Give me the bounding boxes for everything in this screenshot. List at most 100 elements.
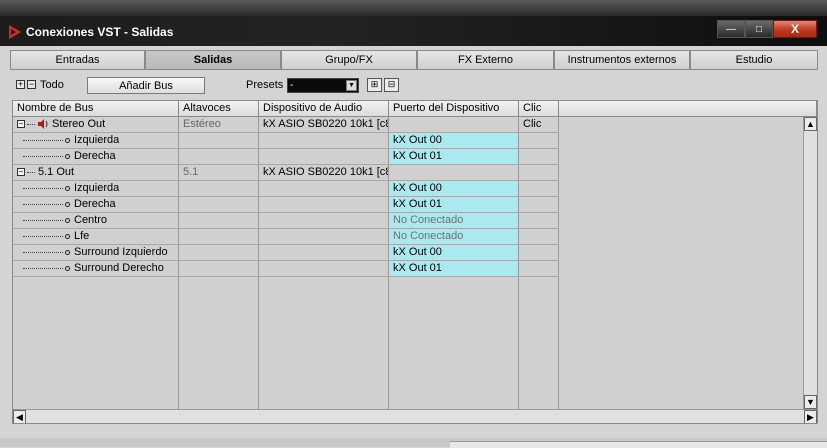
- cell-port[interactable]: kX Out 01: [389, 197, 519, 213]
- cell-port[interactable]: kX Out 00: [389, 181, 519, 197]
- tree-line: [23, 251, 63, 253]
- cell-port[interactable]: [389, 165, 519, 181]
- cell-name: Lfe: [13, 229, 179, 245]
- presets-select[interactable]: - ▼: [287, 78, 359, 93]
- horizontal-scrollbar[interactable]: ◀ ▶: [13, 409, 817, 423]
- table-row[interactable]: Derecha kX Out 01: [13, 197, 817, 213]
- cell-device[interactable]: [259, 181, 389, 197]
- scroll-up-icon[interactable]: ▲: [804, 117, 817, 131]
- cell-device[interactable]: [259, 245, 389, 261]
- cell-port[interactable]: kX Out 00: [389, 133, 519, 149]
- store-preset-icon[interactable]: ⊞: [367, 78, 382, 92]
- column-header-speakers[interactable]: Altavoces: [179, 101, 259, 117]
- cell-port[interactable]: No Conectado: [389, 213, 519, 229]
- tree-line: [27, 171, 35, 173]
- collapse-all-icon[interactable]: −: [27, 80, 36, 89]
- tree-line: [23, 187, 63, 189]
- cell-speakers: [179, 149, 259, 165]
- expand-all-icon[interactable]: +: [16, 80, 25, 89]
- cell-speakers: [179, 245, 259, 261]
- cell-device[interactable]: [259, 149, 389, 165]
- tree-line: [23, 235, 63, 237]
- table-row[interactable]: Surround Derecho kX Out 01: [13, 261, 817, 277]
- table-row[interactable]: Izquierda kX Out 00: [13, 133, 817, 149]
- cell-clic[interactable]: [519, 133, 559, 149]
- collapse-icon[interactable]: −: [17, 120, 25, 129]
- cell-name: Izquierda: [13, 133, 179, 149]
- tab-label: Instrumentos externos: [567, 54, 677, 66]
- cell-device[interactable]: [259, 133, 389, 149]
- cell-clic[interactable]: [519, 165, 559, 181]
- table-row[interactable]: Centro No Conectado: [13, 213, 817, 229]
- cell-device[interactable]: kX ASIO SB0220 10k1 [c8: [259, 117, 389, 133]
- bus-name: Surround Derecho: [74, 262, 164, 274]
- table-row[interactable]: Derecha kX Out 01: [13, 149, 817, 165]
- minimize-icon: —: [726, 23, 736, 35]
- maximize-button[interactable]: □: [745, 20, 773, 38]
- table-row[interactable]: Surround Izquierdo kX Out 00: [13, 245, 817, 261]
- cell-clic[interactable]: [519, 149, 559, 165]
- tab-label: Estudio: [735, 54, 773, 66]
- table-row[interactable]: Izquierda kX Out 00: [13, 181, 817, 197]
- cell-clic[interactable]: [519, 245, 559, 261]
- cell-clic[interactable]: Clic: [519, 117, 559, 133]
- cell-clic[interactable]: [519, 213, 559, 229]
- cell-clic[interactable]: [519, 197, 559, 213]
- title-bar-top-strip: [0, 0, 827, 16]
- column-header-clic[interactable]: Clic: [519, 101, 559, 117]
- tree-line: [23, 267, 63, 269]
- cell-device[interactable]: kX ASIO SB0220 10k1 [c8: [259, 165, 389, 181]
- tree-line: [23, 155, 63, 157]
- cell-speakers: [179, 133, 259, 149]
- minimize-button[interactable]: —: [717, 20, 745, 38]
- cell-device[interactable]: [259, 197, 389, 213]
- cell-port[interactable]: No Conectado: [389, 229, 519, 245]
- add-bus-button[interactable]: Añadir Bus: [87, 77, 205, 94]
- close-button[interactable]: X: [773, 20, 817, 38]
- tree-line: [23, 203, 63, 205]
- tab-label: Entradas: [55, 54, 100, 66]
- channel-icon: [65, 185, 70, 191]
- tab-bar: Entradas Salidas Grupo/FX FX Externo Ins…: [10, 50, 818, 70]
- table-row[interactable]: − Stereo Out Estéreo kX ASIO SB0220 10k1 [c…: [13, 117, 817, 133]
- cell-device[interactable]: [259, 213, 389, 229]
- cell-speakers: [179, 229, 259, 245]
- remove-preset-icon[interactable]: ⊟: [384, 78, 399, 92]
- column-header-port[interactable]: Puerto del Dispositivo: [389, 101, 519, 117]
- cell-clic[interactable]: [519, 181, 559, 197]
- cell-name: Izquierda: [13, 181, 179, 197]
- cell-port[interactable]: kX Out 00: [389, 245, 519, 261]
- cell-port[interactable]: kX Out 01: [389, 261, 519, 277]
- table-row[interactable]: − 5.1 Out 5.1 kX ASIO SB0220 10k1 [c8: [13, 165, 817, 181]
- cell-port[interactable]: kX Out 01: [389, 149, 519, 165]
- cell-device[interactable]: [259, 229, 389, 245]
- tab-estudio[interactable]: Estudio: [690, 50, 818, 70]
- column-header-name[interactable]: Nombre de Bus: [13, 101, 179, 117]
- bus-name: Surround Izquierdo: [74, 246, 168, 258]
- bus-name: Derecha: [74, 198, 116, 210]
- cell-clic[interactable]: [519, 261, 559, 277]
- column-header-device[interactable]: Dispositivo de Audio: [259, 101, 389, 117]
- table-row[interactable]: Lfe No Conectado: [13, 229, 817, 245]
- tab-instrumentos-externos[interactable]: Instrumentos externos: [554, 50, 690, 70]
- cell-speakers: [179, 213, 259, 229]
- cell-device[interactable]: [259, 261, 389, 277]
- tab-entradas[interactable]: Entradas: [10, 50, 145, 70]
- cell-speakers: [179, 197, 259, 213]
- cell-name: − 5.1 Out: [13, 165, 179, 181]
- tab-label: Salidas: [193, 54, 233, 66]
- vertical-scrollbar[interactable]: ▲ ▼: [803, 117, 817, 409]
- cell-port[interactable]: [389, 117, 519, 133]
- scroll-down-icon[interactable]: ▼: [804, 395, 817, 409]
- tree-line: [23, 219, 63, 221]
- tab-fx-externo[interactable]: FX Externo: [417, 50, 554, 70]
- scroll-left-icon[interactable]: ◀: [13, 410, 26, 423]
- cell-speakers: Estéreo: [179, 117, 259, 133]
- collapse-icon[interactable]: −: [17, 168, 25, 177]
- scroll-right-icon[interactable]: ▶: [804, 410, 817, 423]
- cell-clic[interactable]: [519, 229, 559, 245]
- channel-icon: [65, 233, 70, 239]
- channel-icon: [65, 265, 70, 271]
- tab-grupo-fx[interactable]: Grupo/FX: [281, 50, 417, 70]
- tab-salidas[interactable]: Salidas: [145, 50, 281, 70]
